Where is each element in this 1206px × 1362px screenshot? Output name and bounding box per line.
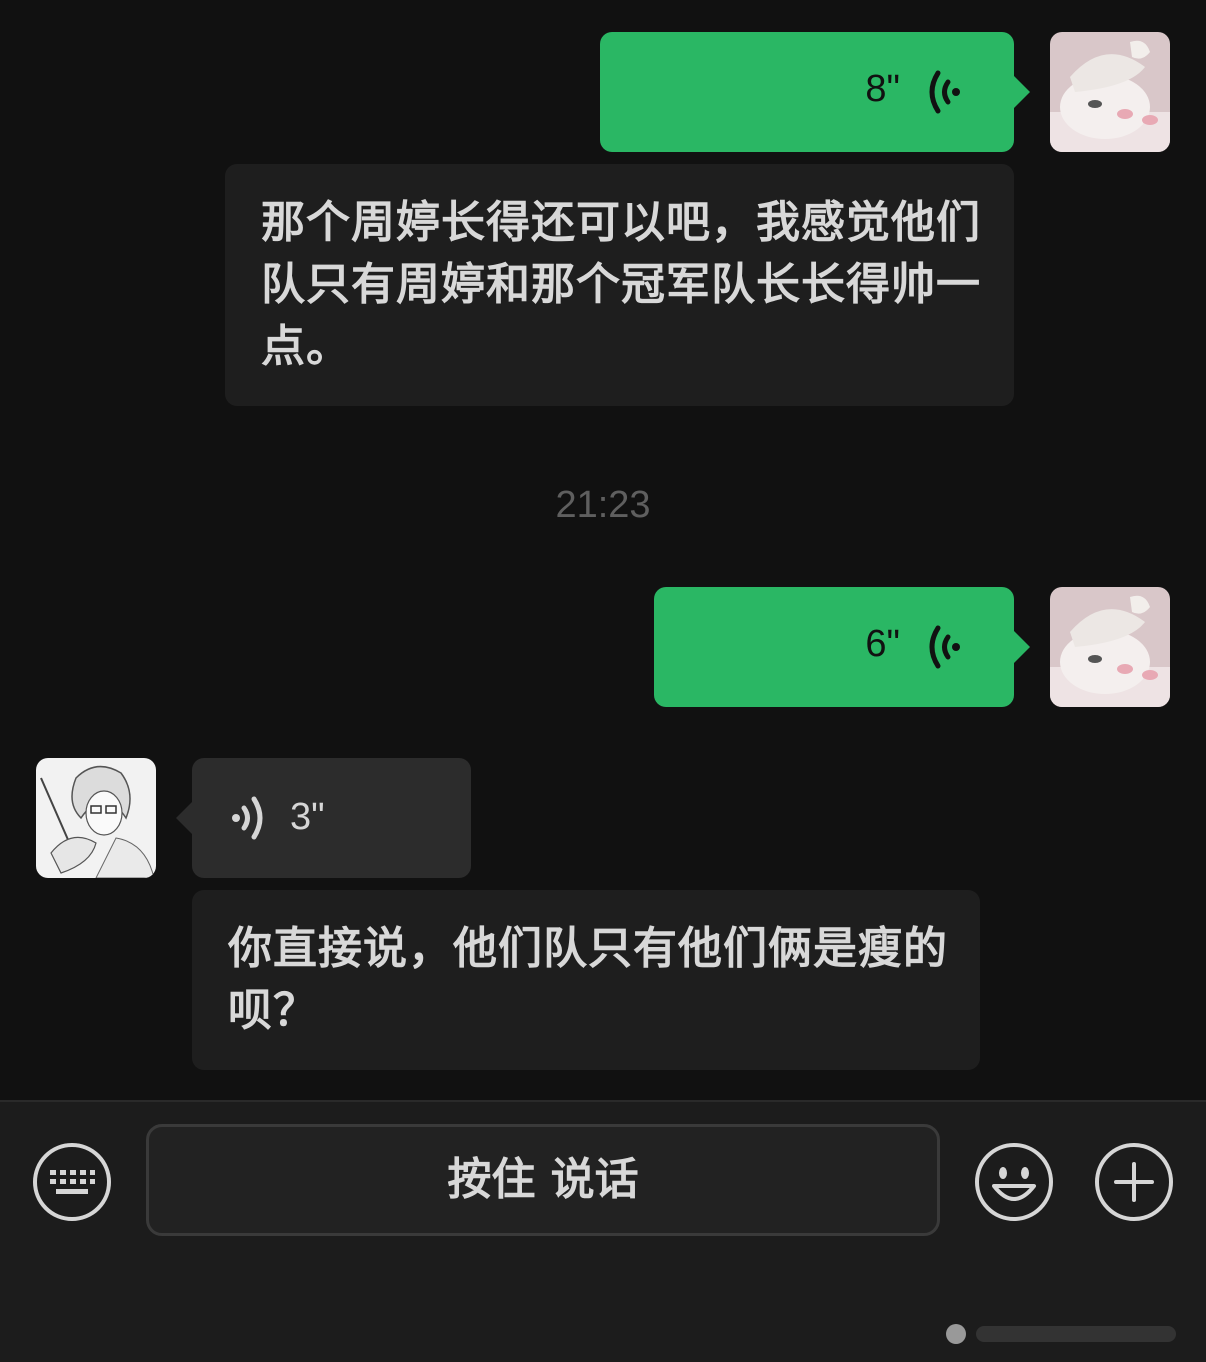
keyboard-toggle-button[interactable] (32, 1142, 112, 1222)
keyboard-icon (33, 1143, 111, 1221)
voice-duration: 3" (290, 796, 325, 838)
voice-message-sent[interactable]: 6" (654, 587, 1030, 707)
more-options-button[interactable] (1094, 1142, 1174, 1222)
sketch-avatar-image (36, 758, 156, 878)
my-avatar[interactable] (1050, 32, 1170, 152)
voice-wave-icon (232, 796, 263, 840)
transcription-text: 那个周婷长得还可以吧，我感觉他们队只有周婷和那个冠军队长长得帅一点。 (261, 197, 981, 372)
cat-avatar-image (1050, 587, 1170, 707)
input-toolbar: 按住 说话 (0, 1100, 1206, 1362)
transcription-text: 你直接说，他们队只有他们俩是瘦的呗？ (228, 923, 948, 1036)
emoji-icon (975, 1143, 1053, 1221)
contact-avatar[interactable] (36, 758, 156, 878)
plus-icon (1095, 1143, 1173, 1221)
my-avatar[interactable] (1050, 587, 1170, 707)
voice-message-sent[interactable]: 8" (600, 32, 1030, 152)
voice-wave-icon (929, 70, 960, 114)
cat-avatar-image (1050, 32, 1170, 152)
chat-area: 8" 那个周婷长得还可以吧，我感觉他们队只有周婷和那个冠军队长长得帅一点。 21… (0, 0, 1206, 1100)
voice-transcription[interactable]: 那个周婷长得还可以吧，我感觉他们队只有周婷和那个冠军队长长得帅一点。 (225, 164, 1014, 406)
hold-to-talk-button[interactable]: 按住 说话 (146, 1124, 940, 1236)
voice-duration: 6" (865, 623, 900, 665)
voice-transcription[interactable]: 你直接说，他们队只有他们俩是瘦的呗？ (192, 890, 980, 1070)
timestamp: 21:23 (555, 484, 651, 526)
voice-message-received[interactable]: 3" (176, 758, 471, 878)
voice-wave-icon (929, 625, 960, 669)
watermark-logo (946, 1324, 1176, 1344)
emoji-button[interactable] (974, 1142, 1054, 1222)
voice-duration: 8" (865, 68, 900, 110)
